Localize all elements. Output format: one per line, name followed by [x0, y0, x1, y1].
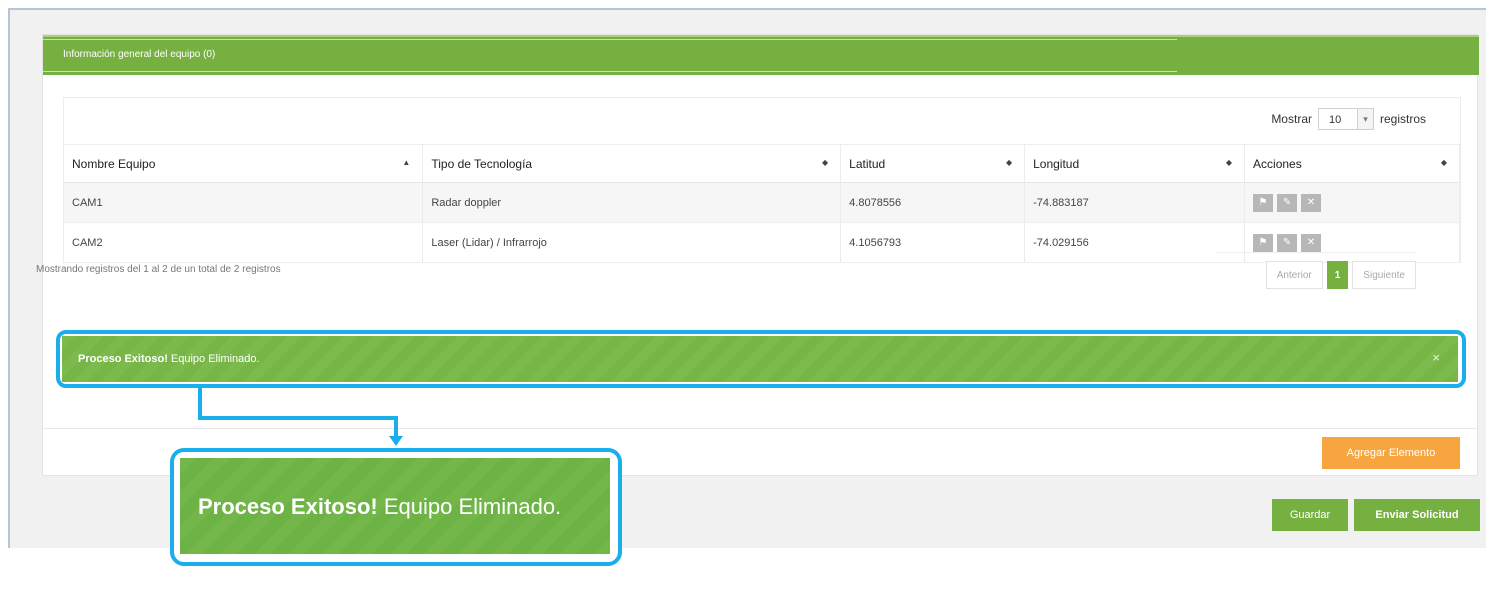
- flag-icon[interactable]: ⚑: [1253, 193, 1274, 212]
- column-header-latitud[interactable]: Latitud ◆: [840, 144, 1026, 183]
- sort-icon: ◆: [1005, 158, 1013, 167]
- pencil-icon[interactable]: ✎: [1277, 193, 1298, 212]
- panel-header: Información general del equipo (0): [43, 35, 1479, 75]
- close-icon[interactable]: ✕: [1301, 193, 1322, 212]
- length-suffix: registros: [1379, 112, 1426, 126]
- header-label: Longitud: [1033, 156, 1080, 171]
- pagination: Anterior 1 Siguiente: [1216, 252, 1416, 292]
- zoom-alert-text: Equipo Eliminado.: [377, 494, 562, 519]
- header-label: Nombre Equipo: [72, 156, 156, 171]
- cell-latitud: 4.8078556: [840, 182, 1026, 223]
- sort-icon: ◆: [1440, 158, 1447, 167]
- zoom-alert-strong: Proceso Exitoso!: [198, 494, 378, 519]
- pagination-page-button[interactable]: 1: [1326, 261, 1349, 289]
- zoomed-success-alert: Proceso Exitoso! Equipo Eliminado.: [180, 458, 610, 554]
- equipment-table: Nombre Equipo ▲ Tipo de Tecnología ◆ Latit…: [64, 144, 1460, 263]
- column-header-acciones[interactable]: Acciones ◆: [1244, 144, 1460, 183]
- save-button[interactable]: Guardar: [1272, 499, 1348, 531]
- cell-longitud: -74.029156: [1024, 222, 1246, 263]
- column-header-tipo[interactable]: Tipo de Tecnología ◆: [422, 144, 842, 183]
- flag-icon[interactable]: ⚑: [1253, 233, 1274, 252]
- cell-nombre: CAM2: [64, 222, 424, 263]
- add-element-button[interactable]: Agregar Elemento: [1322, 437, 1460, 469]
- column-header-longitud[interactable]: Longitud ◆: [1024, 144, 1246, 183]
- callout-connector-drop: [394, 416, 398, 438]
- cell-nombre: CAM1: [64, 182, 424, 223]
- cell-longitud: -74.883187: [1024, 182, 1246, 223]
- panel-footer-divider: [42, 428, 1478, 429]
- close-icon[interactable]: ✕: [1301, 233, 1322, 252]
- table-info: Mostrando registros del 1 al 2 de un tot…: [36, 264, 281, 275]
- records-per-page-value: 10: [1328, 114, 1342, 126]
- sort-asc-icon: ▲: [402, 158, 411, 167]
- records-per-page-select[interactable]: 10 ▾: [1317, 108, 1374, 130]
- cell-latitud: 4.1056793: [840, 222, 1026, 263]
- sort-icon: ◆: [1225, 158, 1233, 167]
- callout-connector-horizontal: [198, 416, 398, 420]
- pagination-controls: Anterior 1 Siguiente: [1265, 261, 1416, 289]
- panel-title: Información general del equipo (0): [63, 49, 216, 60]
- length-prefix: Mostrar: [1271, 112, 1312, 126]
- column-header-nombre[interactable]: Nombre Equipo ▲: [64, 144, 424, 183]
- pagination-next-button[interactable]: Siguiente: [1352, 261, 1416, 289]
- table-row: CAM1 Radar doppler 4.8078556 -74.883187 …: [64, 182, 1460, 223]
- sort-icon: ◆: [822, 158, 829, 167]
- header-bottom-line: [43, 71, 1177, 72]
- header-top-line: [43, 39, 1177, 40]
- pagination-prev-button[interactable]: Anterior: [1265, 261, 1323, 289]
- callout-arrow-icon: [389, 436, 403, 446]
- cell-tipo: Radar doppler: [422, 182, 842, 223]
- cell-acciones: ⚑ ✎ ✕: [1244, 182, 1460, 223]
- header-label: Latitud: [849, 156, 886, 171]
- pencil-icon[interactable]: ✎: [1277, 233, 1298, 252]
- header-label: Acciones: [1253, 156, 1302, 171]
- length-control: Mostrar 10 ▾ registros: [1271, 108, 1426, 130]
- chevron-down-icon: ▾: [1356, 109, 1373, 129]
- cell-tipo: Laser (Lidar) / Infrarrojo: [422, 222, 842, 263]
- callout-highlight-ring: [56, 330, 1466, 388]
- equipment-table-wrapper: Mostrar 10 ▾ registros Nombre Equipo ▲ Ti…: [63, 97, 1461, 263]
- send-request-button[interactable]: Enviar Solicitud: [1354, 499, 1480, 531]
- header-label: Tipo de Tecnología: [431, 156, 533, 171]
- table-header-row: Nombre Equipo ▲ Tipo de Tecnología ◆ Latit…: [64, 144, 1460, 183]
